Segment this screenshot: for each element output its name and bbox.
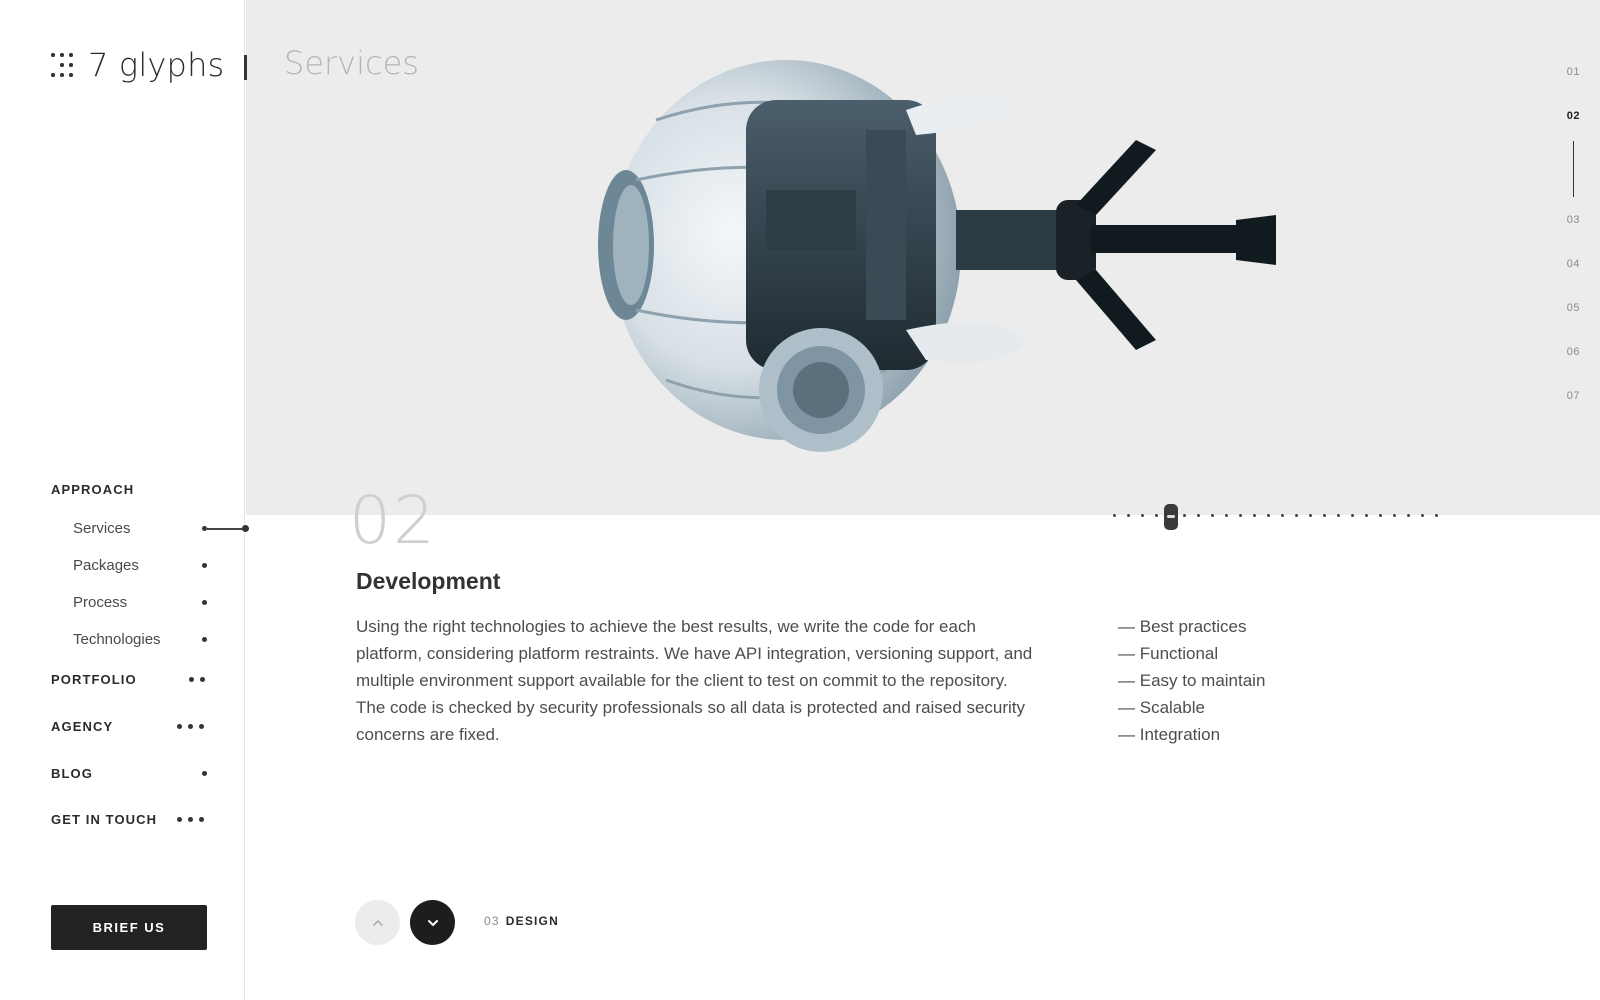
slider-dot[interactable] — [1141, 514, 1144, 517]
nav-dot-icon — [202, 563, 207, 568]
slider-dot[interactable] — [1309, 514, 1312, 517]
slider-dot[interactable] — [1225, 514, 1228, 517]
slider-dot[interactable] — [1197, 514, 1200, 517]
slider-dot[interactable] — [1323, 514, 1326, 517]
slider-dot[interactable] — [1155, 514, 1158, 517]
slider-dot[interactable] — [1267, 514, 1270, 517]
section-title: Development — [356, 568, 501, 594]
nav-group-approach[interactable]: APPROACH — [51, 482, 134, 497]
page-link[interactable]: 03 — [1567, 214, 1580, 226]
next-section-name: DESIGN — [505, 914, 559, 928]
slider-dot[interactable] — [1337, 514, 1340, 517]
nav-item-technologies[interactable]: Technologies — [51, 628, 251, 652]
slider-dot[interactable] — [1421, 514, 1424, 517]
header-separator — [244, 55, 247, 80]
section-description: Using the right technologies to achieve … — [356, 617, 1033, 744]
nav-item-label: Process — [73, 594, 128, 611]
feature-item: Integration — [1118, 721, 1265, 748]
page-link[interactable]: 07 — [1567, 390, 1580, 402]
nav-item-label: Services — [73, 520, 131, 537]
spaceship-illustration — [598, 60, 1276, 452]
dots-icon — [202, 771, 207, 776]
nav-group-portfolio[interactable]: PORTFOLIO — [51, 670, 251, 690]
slider-dot[interactable] — [1113, 514, 1116, 517]
slider-dot[interactable] — [1295, 514, 1298, 517]
slider-dot[interactable] — [1379, 514, 1382, 517]
next-section-number: 03 — [484, 914, 500, 928]
nav-group-label: PORTFOLIO — [51, 672, 137, 687]
page-link[interactable]: 05 — [1567, 302, 1580, 314]
nav-group-blog[interactable]: BLOG — [51, 764, 251, 784]
nav-item-packages[interactable]: Packages — [51, 554, 251, 578]
nav-group-get-in-touch[interactable]: GET IN TOUCH — [51, 810, 251, 830]
logo-dots-icon — [51, 52, 77, 78]
chevron-up-icon — [372, 919, 383, 926]
dots-icon — [189, 677, 205, 682]
slider-dot[interactable] — [1393, 514, 1396, 517]
nav-item-process[interactable]: Process — [51, 591, 251, 615]
brand-name: 7 glyphs — [88, 46, 225, 84]
slider-dot[interactable] — [1211, 514, 1214, 517]
feature-item: Best practices — [1118, 613, 1265, 640]
nav-group-agency[interactable]: AGENCY — [51, 717, 251, 737]
next-section-link[interactable]: 03 DESIGN — [484, 914, 559, 928]
active-indicator-dot — [242, 525, 249, 532]
page-link[interactable]: 06 — [1567, 346, 1580, 358]
nav-item-services[interactable]: Services — [51, 517, 251, 541]
slider-dot[interactable] — [1351, 514, 1354, 517]
nav-dot-icon — [202, 600, 207, 605]
nav-item-label: Packages — [73, 557, 139, 574]
logo[interactable]: 7 glyphs — [51, 46, 224, 84]
page-title: Services — [284, 44, 419, 82]
active-indicator-line — [205, 528, 245, 530]
nav-group-label: GET IN TOUCH — [51, 812, 158, 827]
nav-group-label: AGENCY — [51, 719, 114, 734]
section-number: 02 — [349, 482, 437, 559]
previous-section-button[interactable] — [355, 900, 400, 945]
slider-thumb[interactable] — [1164, 504, 1178, 530]
nav-dot-icon — [202, 637, 207, 642]
feature-item: Scalable — [1118, 694, 1265, 721]
slider-dot[interactable] — [1407, 514, 1410, 517]
feature-item: Functional — [1118, 640, 1265, 667]
sidebar: 7 glyphs APPROACH Services Packages Proc… — [0, 0, 249, 1000]
slider-dot[interactable] — [1365, 514, 1368, 517]
page-link-active[interactable]: 02 — [1567, 110, 1580, 122]
image-slider-track[interactable] — [1108, 504, 1448, 530]
feature-list: Best practices Functional Easy to mainta… — [1118, 613, 1266, 748]
slider-dot[interactable] — [1183, 514, 1186, 517]
nav-item-label: Technologies — [73, 631, 161, 648]
hero-image-area: 01 02 03 04 05 06 07 — [246, 0, 1600, 515]
slider-dot[interactable] — [1435, 514, 1438, 517]
page-link[interactable]: 01 — [1567, 66, 1580, 78]
dots-icon — [177, 724, 204, 729]
feature-item: Easy to maintain — [1118, 667, 1266, 694]
slider-dot[interactable] — [1281, 514, 1284, 517]
next-section-button[interactable] — [410, 900, 455, 945]
slider-dot[interactable] — [1239, 514, 1242, 517]
dots-icon — [177, 817, 204, 822]
nav-group-label: BLOG — [51, 766, 93, 781]
brief-us-button[interactable]: BRIEF US — [51, 905, 207, 950]
page-link[interactable]: 04 — [1567, 258, 1580, 270]
chevron-down-icon — [427, 919, 438, 926]
slider-dot[interactable] — [1127, 514, 1130, 517]
slider-dot[interactable] — [1253, 514, 1256, 517]
active-page-line — [1573, 141, 1574, 197]
